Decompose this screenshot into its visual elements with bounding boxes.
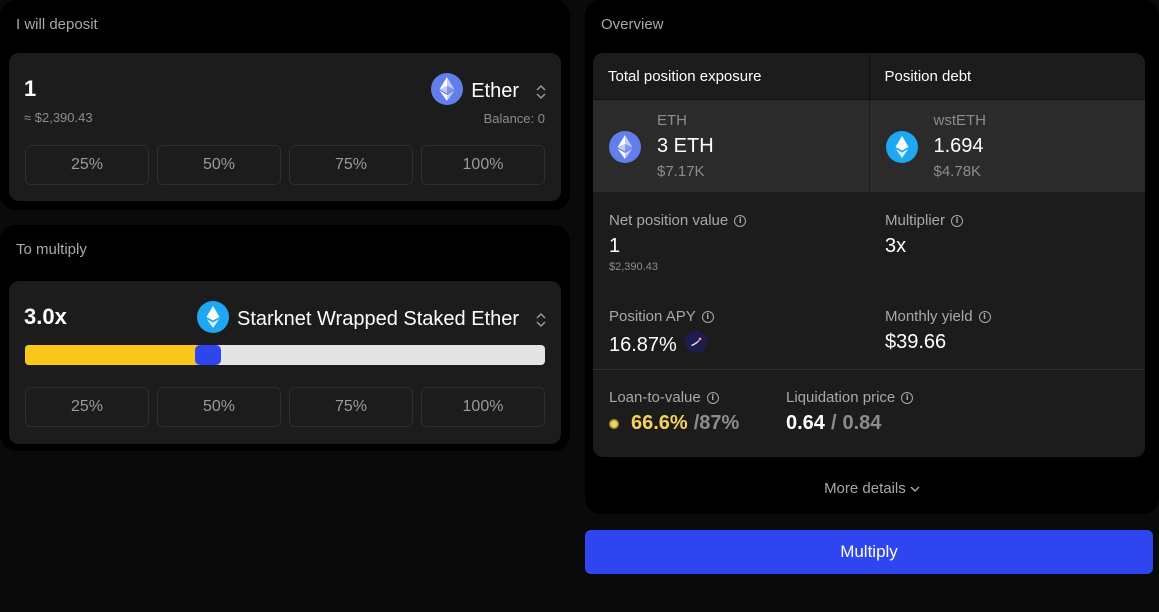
liquidation-stat: Liquidation price i 0.64 / 0.84 xyxy=(786,389,914,435)
deposit-card: 1 ≈ $2,390.43 Ether Balance: 0 25% 50% 7… xyxy=(9,53,561,201)
debt-asset: wstETH 1.694 $4.78K xyxy=(870,100,1146,192)
ltv-max: /87% xyxy=(693,412,740,434)
rewards-badge-icon[interactable] xyxy=(684,331,707,359)
ltv-status-dot-icon xyxy=(609,418,619,429)
debt-usd: $4.78K xyxy=(933,163,982,180)
net-position-value: 1 xyxy=(609,235,621,257)
monthly-yield-stat: Monthly yield i $39.66 xyxy=(885,308,991,354)
wsteth-icon xyxy=(196,301,229,338)
exposure-symbol: ETH xyxy=(657,112,687,129)
deposit-amount-input[interactable]: 1 xyxy=(24,76,36,102)
divider xyxy=(593,369,1145,370)
deposit-token-select[interactable]: Ether xyxy=(431,73,547,110)
multiply-title: To multiply xyxy=(16,241,87,258)
chevron-down-icon xyxy=(910,480,920,497)
multiply-token-name: Starknet Wrapped Staked Ether xyxy=(236,308,519,330)
overview-title: Overview xyxy=(601,16,664,33)
deposit-50-button[interactable]: 50% xyxy=(157,145,281,185)
exposure-header: Total position exposure xyxy=(593,53,870,99)
multiply-card: 3.0x Starknet Wrapped Staked Ether 25% 5… xyxy=(9,281,561,444)
exposure-amount: 3 ETH xyxy=(657,135,714,157)
deposit-percent-row: 25% 50% 75% 100% xyxy=(25,145,545,185)
deposit-panel: I will deposit 1 ≈ $2,390.43 Ether Balan… xyxy=(0,0,570,210)
liquidation-separator: / xyxy=(830,412,837,434)
apy-label: Position APY xyxy=(609,308,696,325)
multiplier-label: Multiplier xyxy=(885,212,946,229)
eth-icon xyxy=(431,73,464,110)
exposure-asset: ETH 3 ETH $7.17K xyxy=(593,100,870,192)
ltv-stat: Loan-to-value i 66.6% /87% xyxy=(609,389,739,435)
ltv-label: Loan-to-value xyxy=(609,389,701,406)
deposit-token-name: Ether xyxy=(471,80,519,102)
info-icon[interactable]: i xyxy=(701,310,714,323)
monthly-yield-value: $39.66 xyxy=(885,331,947,353)
debt-amount: 1.694 xyxy=(933,135,984,157)
multiply-token-select[interactable]: Starknet Wrapped Staked Ether xyxy=(196,301,547,338)
info-icon[interactable]: i xyxy=(734,214,747,227)
net-position-label: Net position value xyxy=(609,212,729,229)
monthly-yield-label: Monthly yield xyxy=(885,308,973,325)
ltv-current: 66.6% xyxy=(631,412,688,434)
deposit-usd-value: ≈ $2,390.43 xyxy=(24,110,93,125)
more-details-toggle[interactable]: More details xyxy=(585,480,1159,497)
overview-card: Total position exposure Position debt ET… xyxy=(593,53,1145,457)
net-position-stat: Net position value i 1 $2,390.43 xyxy=(609,212,747,273)
app-root: I will deposit 1 ≈ $2,390.43 Ether Balan… xyxy=(0,0,1159,612)
multiply-100-button[interactable]: 100% xyxy=(421,387,545,427)
info-icon[interactable]: i xyxy=(951,214,964,227)
deposit-75-button[interactable]: 75% xyxy=(289,145,413,185)
eth-icon xyxy=(609,131,641,168)
info-icon[interactable]: i xyxy=(901,391,914,404)
info-icon[interactable]: i xyxy=(978,310,991,323)
overview-panel: Overview Total position exposure Positio… xyxy=(585,0,1159,514)
multiply-25-button[interactable]: 25% xyxy=(25,387,149,427)
chevron-updown-icon xyxy=(535,83,547,101)
multiply-panel: To multiply 3.0x Starknet Wrapped Staked… xyxy=(0,225,570,451)
multiply-75-button[interactable]: 75% xyxy=(289,387,413,427)
multiply-percent-row: 25% 50% 75% 100% xyxy=(25,387,545,427)
net-position-usd: $2,390.43 xyxy=(609,261,658,273)
apy-value: 16.87% xyxy=(609,333,677,356)
overview-assets: ETH 3 ETH $7.17K wstETH 1.694 $4.78K xyxy=(593,100,1145,192)
deposit-100-button[interactable]: 100% xyxy=(421,145,545,185)
slider-thumb[interactable] xyxy=(195,345,221,365)
multiplier-slider[interactable] xyxy=(25,345,545,365)
deposit-title: I will deposit xyxy=(16,16,98,33)
debt-symbol: wstETH xyxy=(933,112,987,129)
multiply-50-button[interactable]: 50% xyxy=(157,387,281,427)
apy-stat: Position APY i 16.87% xyxy=(609,308,714,359)
deposit-balance: Balance: 0 xyxy=(483,111,545,126)
more-details-label: More details xyxy=(824,480,906,497)
chevron-updown-icon xyxy=(535,311,547,329)
debt-header: Position debt xyxy=(884,68,972,85)
overview-header: Total position exposure Position debt xyxy=(593,53,1145,100)
multiplier-stat: Multiplier i 3x xyxy=(885,212,964,258)
multiply-button[interactable]: Multiply xyxy=(585,530,1153,574)
multiplier-stat-value: 3x xyxy=(885,235,907,257)
slider-fill xyxy=(25,345,199,365)
exposure-usd: $7.17K xyxy=(657,163,705,180)
liquidation-current: 0.64 xyxy=(786,412,825,434)
liquidation-max: 0.84 xyxy=(842,412,882,434)
multiplier-value[interactable]: 3.0x xyxy=(24,304,67,330)
liquidation-label: Liquidation price xyxy=(786,389,896,406)
wsteth-icon xyxy=(885,131,918,168)
deposit-25-button[interactable]: 25% xyxy=(25,145,149,185)
info-icon[interactable]: i xyxy=(706,391,719,404)
